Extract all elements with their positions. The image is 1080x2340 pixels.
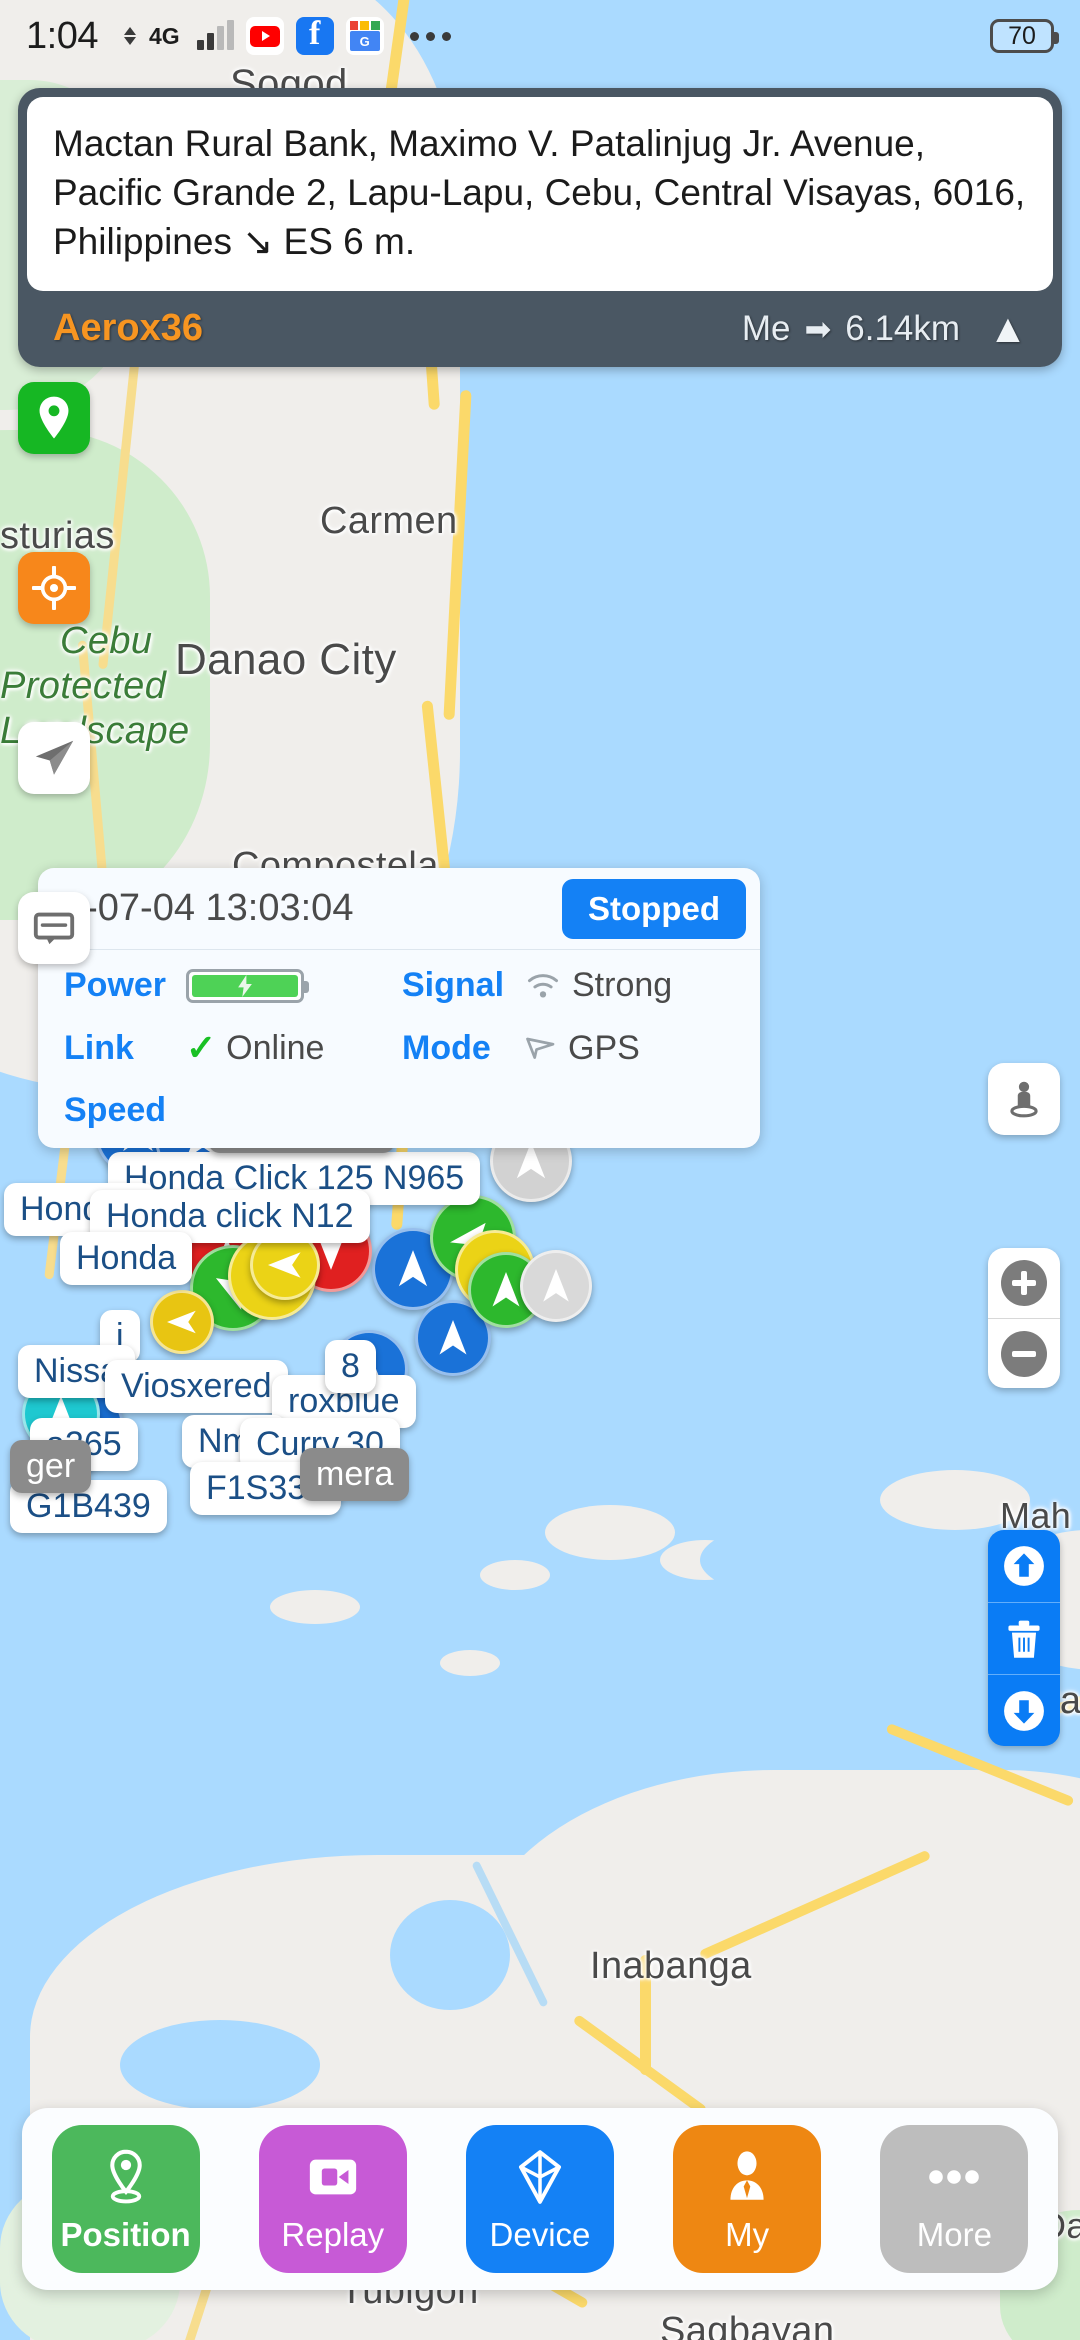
mode-row: Mode GPS <box>402 1027 740 1069</box>
last-update-timestamp: 9-07-04 13:03:04 <box>64 887 354 929</box>
speed-row: Speed <box>64 1091 402 1130</box>
nav-my-label: My <box>725 2216 770 2253</box>
nav-device[interactable]: Device <box>465 2125 614 2273</box>
distance-from-me: Me ➡ 6.14km ▲ <box>742 309 1031 349</box>
nav-my[interactable]: My <box>673 2125 822 2273</box>
app-screen: Sogod Carmen Danao City Cebu Protected Landsc… <box>0 0 1080 2340</box>
vehicle-label-pill[interactable]: Honda <box>60 1232 193 1285</box>
signal-label: Signal <box>402 966 505 1004</box>
signal-value: Strong <box>572 966 673 1004</box>
island <box>270 1590 360 1624</box>
nav-position-label: Position <box>60 2216 191 2253</box>
status-card-grid: Power Signal Strong Link ✓ Online Mode G… <box>38 950 760 1148</box>
island <box>440 1650 500 1676</box>
address-card[interactable]: Mactan Rural Bank, Maximo V. Patalinjug … <box>27 97 1053 291</box>
power-label: Power <box>64 966 167 1004</box>
mode-value: GPS <box>568 1028 640 1067</box>
list-scroll-controls <box>988 1530 1060 1746</box>
protected-landscape-area <box>0 430 210 920</box>
nav-replay[interactable]: Replay <box>258 2125 407 2273</box>
zoom-controls <box>988 1248 1060 1388</box>
nav-replay-label: Replay <box>281 2216 385 2253</box>
vehicle-marker[interactable] <box>150 1290 214 1354</box>
speed-label: Speed <box>64 1091 167 1129</box>
locate-me-button[interactable] <box>18 552 90 624</box>
island <box>880 1470 1030 1530</box>
address-text: Mactan Rural Bank, Maximo V. Patalinjug … <box>53 123 1026 263</box>
vehicle-label-pill[interactable]: ger <box>10 1440 92 1493</box>
wifi-icon <box>528 973 558 998</box>
nav-more-label: More <box>916 2216 992 2253</box>
chevron-up-double-icon[interactable]: ▲ <box>988 309 1031 349</box>
link-label: Link <box>64 1028 134 1067</box>
scroll-up-button[interactable] <box>988 1530 1060 1602</box>
person-tie-icon <box>722 2144 772 2210</box>
ellipsis-icon <box>926 2144 982 2210</box>
device-info-popup: Mactan Rural Bank, Maximo V. Patalinjug … <box>18 88 1062 367</box>
nav-device-label: Device <box>489 2216 591 2253</box>
island <box>545 1505 675 1560</box>
nav-more[interactable]: More <box>880 2125 1029 2273</box>
power-row: Power <box>64 966 402 1005</box>
vehicle-label-pill[interactable]: mera <box>300 1448 410 1501</box>
vehicle-label-pill[interactable]: 8 <box>325 1340 376 1393</box>
cube-icon <box>515 2144 565 2210</box>
video-camera-icon <box>306 2144 360 2210</box>
mode-label: Mode <box>402 1028 491 1067</box>
zoom-in-button[interactable] <box>988 1248 1060 1318</box>
sea <box>700 1520 920 1600</box>
street-view-button[interactable] <box>988 1063 1060 1135</box>
message-button[interactable] <box>18 892 90 964</box>
plus-icon <box>1001 1260 1047 1306</box>
road <box>640 1955 651 2075</box>
zoom-out-button[interactable] <box>988 1318 1060 1388</box>
link-row: Link ✓ Online <box>64 1027 402 1069</box>
vehicle-marker[interactable] <box>520 1250 592 1322</box>
battery-level-icon <box>186 968 309 1003</box>
check-icon: ✓ <box>186 1027 217 1068</box>
bottom-navigation-bar: Position Replay Device My More <box>22 2108 1058 2290</box>
device-summary-bar[interactable]: Aerox36 Me ➡ 6.14km ▲ <box>27 291 1053 367</box>
status-badge: Stopped <box>562 878 746 939</box>
status-card-header: 9-07-04 13:03:04 Stopped <box>38 868 760 950</box>
arrow-right-icon: ➡ <box>804 310 832 347</box>
link-value: Online <box>226 1028 325 1067</box>
minus-icon <box>1001 1330 1047 1377</box>
distance-prefix-label: Me <box>741 308 791 348</box>
navigate-button[interactable] <box>18 722 90 794</box>
vehicle-label-pill[interactable]: Viosxered <box>105 1360 288 1413</box>
scroll-down-button[interactable] <box>988 1674 1060 1746</box>
location-pin-icon <box>100 2144 152 2210</box>
signal-row: Signal Strong <box>402 966 740 1005</box>
nav-position[interactable]: Position <box>51 2125 200 2273</box>
island <box>480 1560 550 1590</box>
satellite-icon <box>526 1037 555 1059</box>
clear-button[interactable] <box>988 1602 1060 1674</box>
geofence-button[interactable] <box>18 382 90 454</box>
distance-value-label: 6.14km <box>845 308 961 348</box>
device-name-label: Aerox36 <box>53 307 203 350</box>
device-status-card[interactable]: 9-07-04 13:03:04 Stopped Power Signal St… <box>38 868 760 1148</box>
bay <box>120 2020 320 2110</box>
bay <box>390 1900 510 2010</box>
